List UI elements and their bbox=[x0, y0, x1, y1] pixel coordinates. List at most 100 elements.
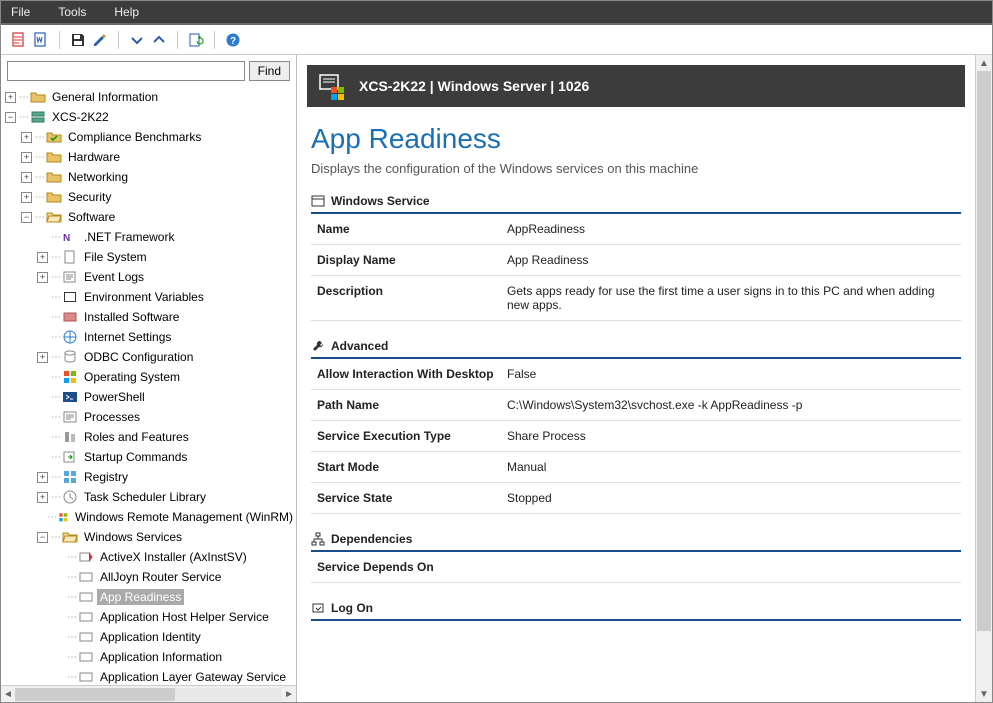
env-icon bbox=[62, 289, 78, 305]
expand-toggle[interactable]: + bbox=[21, 132, 32, 143]
tree-item[interactable]: Roles and Features bbox=[81, 429, 192, 445]
expand-toggle[interactable]: − bbox=[5, 112, 16, 123]
section-logon: Log On bbox=[311, 601, 961, 621]
tree-item[interactable]: Task Scheduler Library bbox=[81, 489, 209, 505]
service-icon bbox=[78, 649, 94, 665]
svg-text:?: ? bbox=[230, 36, 236, 47]
expand-toggle[interactable]: − bbox=[37, 532, 48, 543]
tree-item[interactable]: Application Identity bbox=[97, 629, 204, 645]
kv-value: False bbox=[507, 367, 955, 381]
tree-item[interactable]: Installed Software bbox=[81, 309, 182, 325]
page-subtitle: Displays the configuration of the Window… bbox=[311, 161, 961, 176]
detail-vscroll[interactable]: ▲ ▼ bbox=[975, 55, 992, 702]
expand-toggle[interactable]: + bbox=[37, 252, 48, 263]
file-icon bbox=[62, 249, 78, 265]
tree-hscroll[interactable]: ◄► bbox=[1, 685, 296, 702]
tree-item[interactable]: Networking bbox=[65, 169, 131, 185]
folder-open-icon bbox=[46, 209, 62, 225]
tree-item-general[interactable]: General Information bbox=[49, 89, 161, 105]
odbc-icon bbox=[62, 349, 78, 365]
tree-item-host[interactable]: XCS-2K22 bbox=[49, 109, 112, 125]
powershell-icon bbox=[62, 389, 78, 405]
tree-item[interactable]: AllJoyn Router Service bbox=[97, 569, 224, 585]
expand-toggle[interactable]: − bbox=[21, 212, 32, 223]
tree-icon bbox=[311, 532, 325, 546]
section-windows-service: Windows Service bbox=[311, 194, 961, 214]
expand-toggle[interactable]: + bbox=[37, 492, 48, 503]
folder-icon bbox=[46, 149, 62, 165]
expand-toggle[interactable]: + bbox=[5, 92, 16, 103]
process-icon bbox=[62, 409, 78, 425]
tree-item[interactable]: Startup Commands bbox=[81, 449, 190, 465]
service-icon bbox=[78, 629, 94, 645]
startup-icon bbox=[62, 449, 78, 465]
tree-item[interactable]: Compliance Benchmarks bbox=[65, 129, 204, 145]
kv-value bbox=[507, 560, 955, 574]
chevron-up-icon[interactable] bbox=[151, 32, 167, 48]
net-icon: N bbox=[62, 229, 78, 245]
tree-item[interactable]: PowerShell bbox=[81, 389, 148, 405]
folder-open-icon bbox=[62, 529, 78, 545]
tree-item[interactable]: Event Logs bbox=[81, 269, 147, 285]
window-icon bbox=[311, 194, 325, 208]
tree-item[interactable]: Windows Remote Management (WinRM) bbox=[72, 509, 296, 525]
export-word-icon[interactable] bbox=[33, 32, 49, 48]
menu-bar: File Tools Help bbox=[1, 1, 992, 23]
tree-item[interactable]: Operating System bbox=[81, 369, 183, 385]
tree-item[interactable]: Application Host Helper Service bbox=[97, 609, 272, 625]
tree-item[interactable]: Software bbox=[65, 209, 118, 225]
folder-icon bbox=[30, 89, 46, 105]
tree-item[interactable]: ActiveX Installer (AxInstSV) bbox=[97, 549, 250, 565]
tree-item[interactable]: Application Information bbox=[97, 649, 225, 665]
kv-key: Name bbox=[317, 222, 507, 236]
expand-toggle[interactable]: + bbox=[21, 192, 32, 203]
tree-item[interactable]: Security bbox=[65, 189, 114, 205]
kv-value: C:\Windows\System32\svchost.exe -k AppRe… bbox=[507, 398, 955, 412]
tree-item[interactable]: Registry bbox=[81, 469, 131, 485]
page-title: App Readiness bbox=[311, 123, 961, 155]
chevron-down-icon[interactable] bbox=[129, 32, 145, 48]
expand-toggle[interactable]: + bbox=[21, 172, 32, 183]
tree-view[interactable]: +⋯ General Information −⋯ XCS-2K22 +⋯Com… bbox=[1, 85, 296, 685]
help-icon[interactable]: ? bbox=[225, 32, 241, 48]
detail-header: XCS-2K22 | Windows Server | 1026 bbox=[307, 65, 965, 107]
export-pdf-icon[interactable] bbox=[11, 32, 27, 48]
save-icon[interactable] bbox=[70, 32, 86, 48]
expand-toggle[interactable]: + bbox=[37, 472, 48, 483]
tree-item[interactable]: Windows Services bbox=[81, 529, 185, 545]
kv-key: Description bbox=[317, 284, 507, 312]
kv-value: Stopped bbox=[507, 491, 955, 505]
folder-check-icon bbox=[46, 129, 62, 145]
menu-tools[interactable]: Tools bbox=[58, 5, 86, 19]
edit-icon[interactable] bbox=[92, 32, 108, 48]
search-input[interactable] bbox=[7, 61, 245, 81]
tree-item[interactable]: .NET Framework bbox=[81, 229, 177, 245]
kv-key: Path Name bbox=[317, 398, 507, 412]
find-button[interactable]: Find bbox=[249, 61, 290, 81]
kv-value: App Readiness bbox=[507, 253, 955, 267]
tree-item-selected[interactable]: App Readiness bbox=[97, 589, 184, 605]
expand-toggle[interactable]: + bbox=[21, 152, 32, 163]
tree-item[interactable]: Environment Variables bbox=[81, 289, 207, 305]
service-icon bbox=[78, 549, 94, 565]
menu-file[interactable]: File bbox=[11, 5, 30, 19]
refresh-page-icon[interactable] bbox=[188, 32, 204, 48]
expand-toggle[interactable]: + bbox=[37, 272, 48, 283]
menu-help[interactable]: Help bbox=[114, 5, 139, 19]
tree-item[interactable]: Processes bbox=[81, 409, 143, 425]
folder-icon bbox=[46, 189, 62, 205]
tree-item[interactable]: ODBC Configuration bbox=[81, 349, 196, 365]
kv-key: Service Execution Type bbox=[317, 429, 507, 443]
tree-item[interactable]: Internet Settings bbox=[81, 329, 174, 345]
logon-icon bbox=[311, 601, 325, 615]
kv-value: Gets apps ready for use the first time a… bbox=[507, 284, 955, 312]
expand-toggle[interactable]: + bbox=[37, 352, 48, 363]
tree-item[interactable]: Application Layer Gateway Service bbox=[97, 669, 289, 685]
tree-item[interactable]: Hardware bbox=[65, 149, 123, 165]
kv-value: Share Process bbox=[507, 429, 955, 443]
kv-value: AppReadiness bbox=[507, 222, 955, 236]
tree-item[interactable]: File System bbox=[81, 249, 150, 265]
folder-icon bbox=[46, 169, 62, 185]
service-icon bbox=[78, 669, 94, 685]
service-icon bbox=[78, 609, 94, 625]
